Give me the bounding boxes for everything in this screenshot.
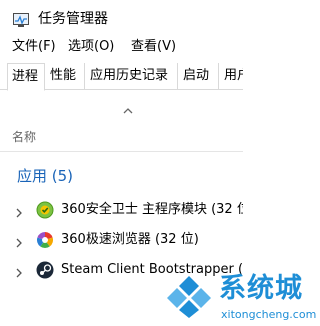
xitongcheng-logo-icon <box>163 274 215 318</box>
column-header-name[interactable]: 名称 <box>0 126 243 152</box>
group-header-apps: 应用 (5) <box>17 167 74 185</box>
360-safeguard-icon <box>36 201 54 219</box>
process-name: 360安全卫士 主程序模块 (32 位) <box>61 202 243 217</box>
watermark: 系统城 xitongcheng.com <box>163 272 317 326</box>
steam-icon <box>36 261 54 279</box>
title-bar: 任务管理器 <box>0 0 243 34</box>
chevron-right-icon[interactable] <box>15 234 23 248</box>
task-manager-window: 任务管理器 文件(F) 选项(O) 查看(V) 进程 性能 应用历史记录 启动 … <box>0 0 243 292</box>
chevron-up-icon[interactable] <box>121 101 135 114</box>
tab-bar: 进程 性能 应用历史记录 启动 用户 <box>0 62 243 91</box>
menu-view[interactable]: 查看(V) <box>131 38 176 56</box>
watermark-title: 系统城 <box>219 273 303 304</box>
tab-users[interactable]: 用户 <box>220 63 243 90</box>
menu-file[interactable]: 文件(F) <box>12 38 56 56</box>
360-browser-icon <box>36 231 54 249</box>
chevron-right-icon[interactable] <box>15 264 23 278</box>
tab-startup[interactable]: 启动 <box>179 63 219 90</box>
window-title: 任务管理器 <box>38 11 108 27</box>
tab-app-history[interactable]: 应用历史记录 <box>86 63 178 90</box>
watermark-url: xitongcheng.com <box>221 308 317 321</box>
menu-options[interactable]: 选项(O) <box>68 38 114 56</box>
process-row[interactable]: 360安全卫士 主程序模块 (32 位) <box>0 198 243 222</box>
chevron-right-icon[interactable] <box>15 204 23 218</box>
tab-processes[interactable]: 进程 <box>7 63 45 91</box>
process-row[interactable]: 360极速浏览器 (32 位) <box>0 228 243 252</box>
menu-bar: 文件(F) 选项(O) 查看(V) <box>0 38 243 58</box>
process-name: 360极速浏览器 (32 位) <box>61 232 199 247</box>
column-name-label: 名称 <box>12 130 37 144</box>
task-manager-icon <box>13 12 29 27</box>
tab-performance[interactable]: 性能 <box>46 63 85 90</box>
